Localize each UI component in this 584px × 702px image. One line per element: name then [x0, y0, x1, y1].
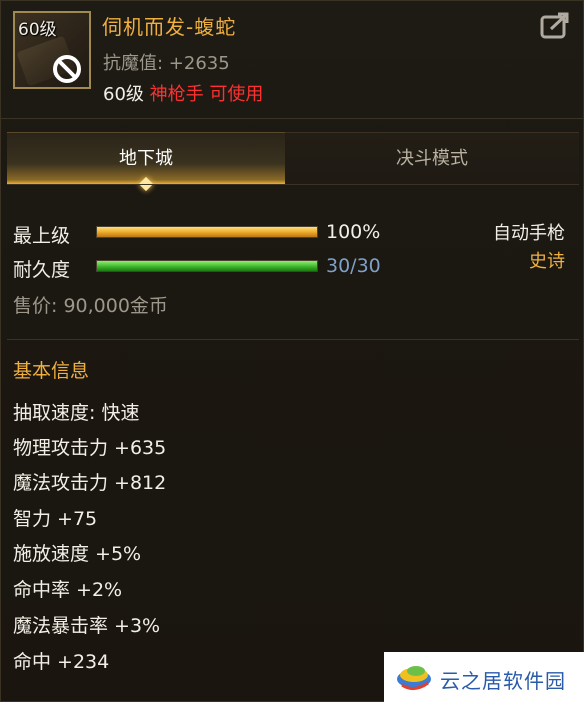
item-level-badge: 60级 [18, 20, 57, 40]
upgrade-bar [96, 226, 318, 238]
watermark-logo-icon [397, 666, 431, 690]
watermark: 云之居软件园 [384, 652, 584, 702]
usage-requirement: 60级 神枪手 可使用 [103, 80, 263, 106]
durability-label: 耐久度 [13, 259, 71, 281]
attribute-line: 智力 +75 [13, 508, 98, 530]
durability-value: 30/30 [326, 255, 381, 277]
attribute-line: 命中率 +2% [13, 579, 123, 601]
attribute-line: 命中 +234 [13, 651, 110, 673]
basic-info-title: 基本信息 [13, 360, 90, 382]
attribute-line: 施放速度 +5% [13, 543, 142, 565]
stats-divider [7, 339, 579, 340]
header-divider [1, 118, 584, 119]
attribute-line: 魔法暴击率 +3% [13, 615, 161, 637]
requirement-class: 神枪手 可使用 [149, 84, 264, 105]
item-icon: 60级 [13, 11, 91, 89]
attribute-line: 魔法攻击力 +812 [13, 472, 167, 494]
attribute-line: 抽取速度: 快速 [13, 402, 140, 424]
share-icon[interactable] [539, 11, 571, 41]
forbidden-icon [53, 55, 81, 83]
upgrade-label: 最上级 [13, 225, 71, 247]
upgrade-value: 100% [326, 221, 381, 243]
upgrade-bar-fill [97, 227, 317, 237]
durability-bar-fill [97, 261, 317, 271]
requirement-level: 60级 [103, 84, 144, 105]
watermark-text: 云之居软件园 [440, 669, 566, 693]
durability-bar [96, 260, 318, 272]
item-tooltip-panel: 60级 伺机而发-蝮蛇 抗魔值: +2635 60级 神枪手 可使用 地下城 决… [0, 0, 584, 702]
attribute-line: 物理攻击力 +635 [13, 437, 167, 459]
tab-pvp[interactable]: 决斗模式 [285, 132, 579, 184]
item-name: 伺机而发-蝮蛇 [102, 15, 237, 39]
tabs-divider [7, 184, 579, 185]
weapon-type: 自动手枪 [493, 223, 565, 244]
sell-price: 售价: 90,000金币 [13, 295, 168, 317]
rarity-label: 史诗 [529, 251, 565, 272]
magic-resistance: 抗魔值: +2635 [103, 53, 230, 74]
mode-tabs: 地下城 决斗模式 [7, 132, 579, 192]
